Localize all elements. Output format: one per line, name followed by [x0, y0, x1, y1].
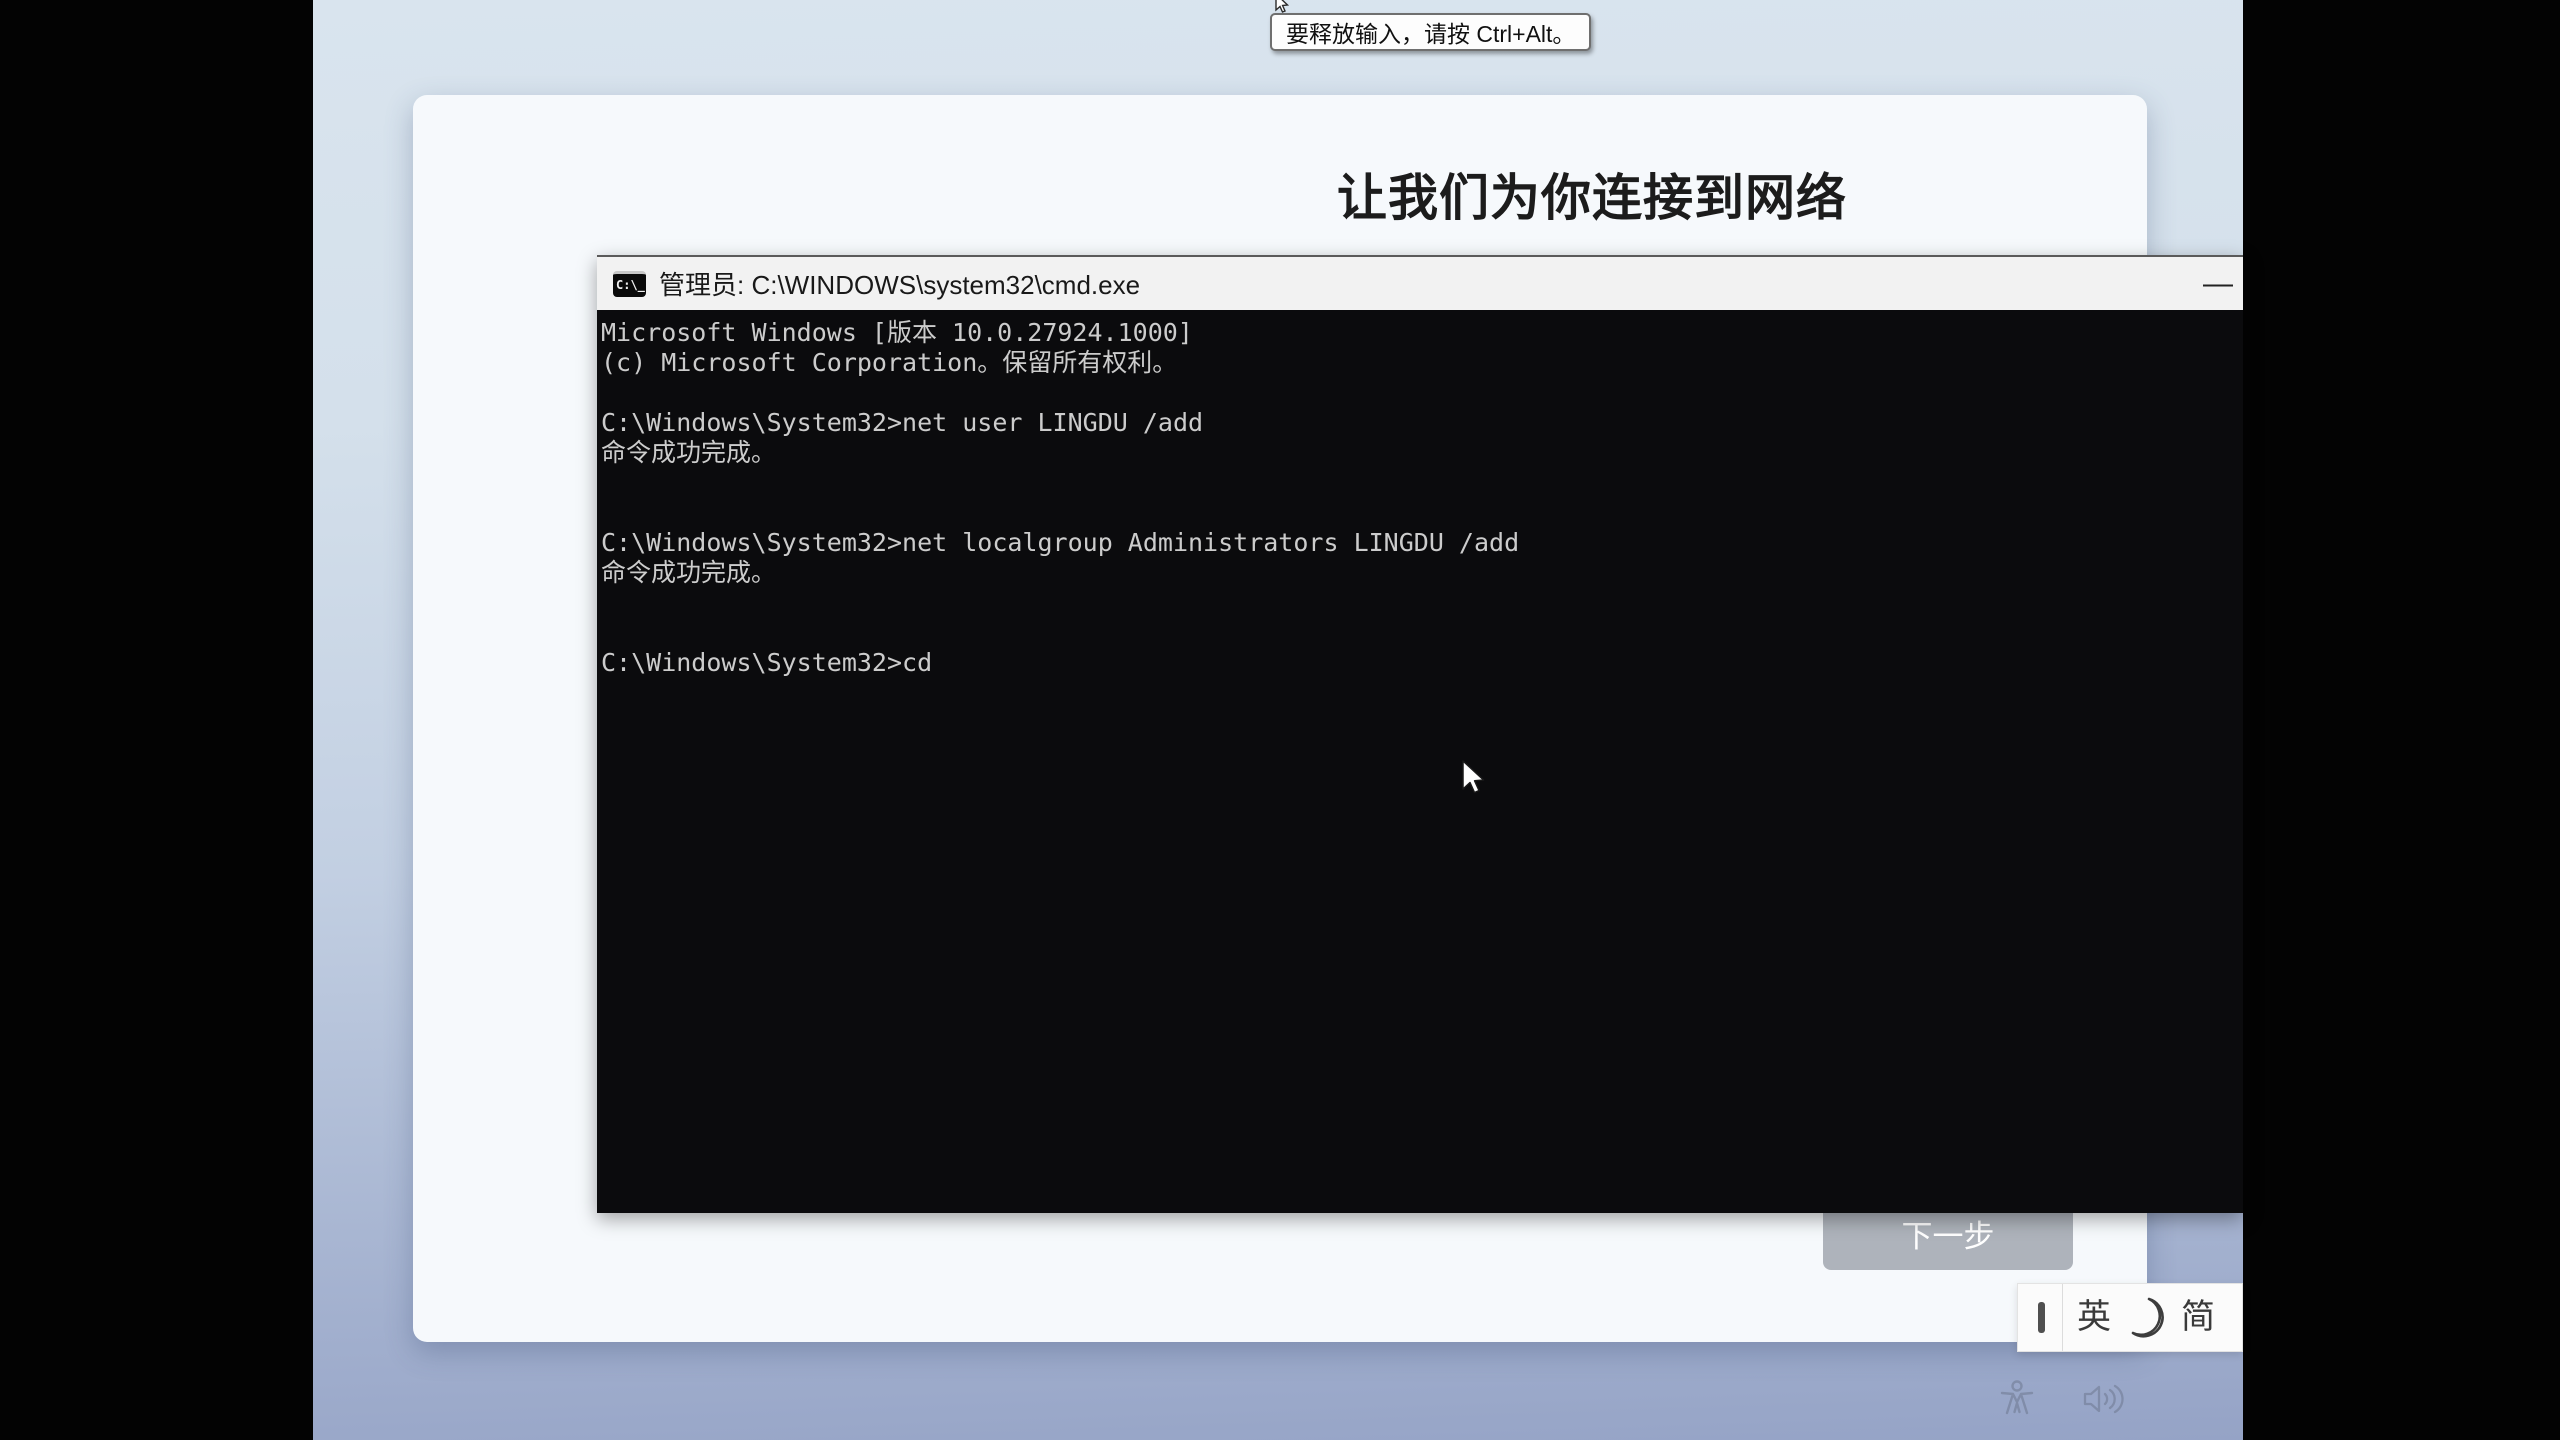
terminal-line: 命令成功完成。: [601, 438, 2243, 468]
terminal-line: [601, 588, 2243, 618]
ime-simplified-label[interactable]: 简: [2179, 1283, 2217, 1352]
terminal-line: C:\Windows\System32>net user LINGDU /add: [601, 408, 2243, 438]
minimize-button[interactable]: —: [2195, 261, 2241, 307]
terminal-line: [601, 618, 2243, 648]
terminal-line: 命令成功完成。: [601, 558, 2243, 588]
volume-icon[interactable]: [2082, 1384, 2128, 1417]
terminal-output[interactable]: Microsoft Windows [版本 10.0.27924.1000](c…: [597, 310, 2243, 1213]
terminal-line: [601, 378, 2243, 408]
cmd-window: C:\_ 管理员: C:\WINDOWS\system32\cmd.exe — …: [597, 255, 2243, 1213]
mouse-cursor-icon: [1461, 760, 1491, 807]
terminal-line: Microsoft Windows [版本 10.0.27924.1000]: [601, 318, 2243, 348]
ime-language-bar: 英 简: [2017, 1283, 2243, 1352]
host-cursor-icon: [1272, 0, 1292, 21]
ime-english-label[interactable]: 英: [2075, 1283, 2113, 1352]
cmd-icon: C:\_: [613, 271, 646, 297]
terminal-line: (c) Microsoft Corporation。保留所有权利。: [601, 348, 2243, 378]
terminal-line: [601, 498, 2243, 528]
accessibility-icon[interactable]: [1999, 1380, 2035, 1421]
cmd-titlebar[interactable]: C:\_ 管理员: C:\WINDOWS\system32\cmd.exe —: [597, 257, 2243, 310]
screen: 让我们为你连接到网络 下一步 C:\_ 管理员: C:\WINDOWS\syst…: [0, 0, 2560, 1440]
text-cursor-icon: [2038, 1302, 2045, 1333]
terminal-line: C:\Windows\System32>net localgroup Admin…: [601, 528, 2243, 558]
terminal-line: [601, 468, 2243, 498]
letterbox-left: [0, 0, 313, 1440]
page-title: 让我们为你连接到网络: [1337, 158, 1847, 230]
crescent-moon-icon[interactable]: [2125, 1294, 2167, 1342]
vm-release-input-tooltip: 要释放输入，请按 Ctrl+Alt。: [1270, 13, 1591, 51]
cmd-window-title: 管理员: C:\WINDOWS\system32\cmd.exe: [659, 265, 2195, 302]
terminal-line: C:\Windows\System32>cd: [601, 648, 2243, 678]
ime-divider: [2062, 1284, 2063, 1351]
letterbox-right: [2243, 0, 2560, 1440]
